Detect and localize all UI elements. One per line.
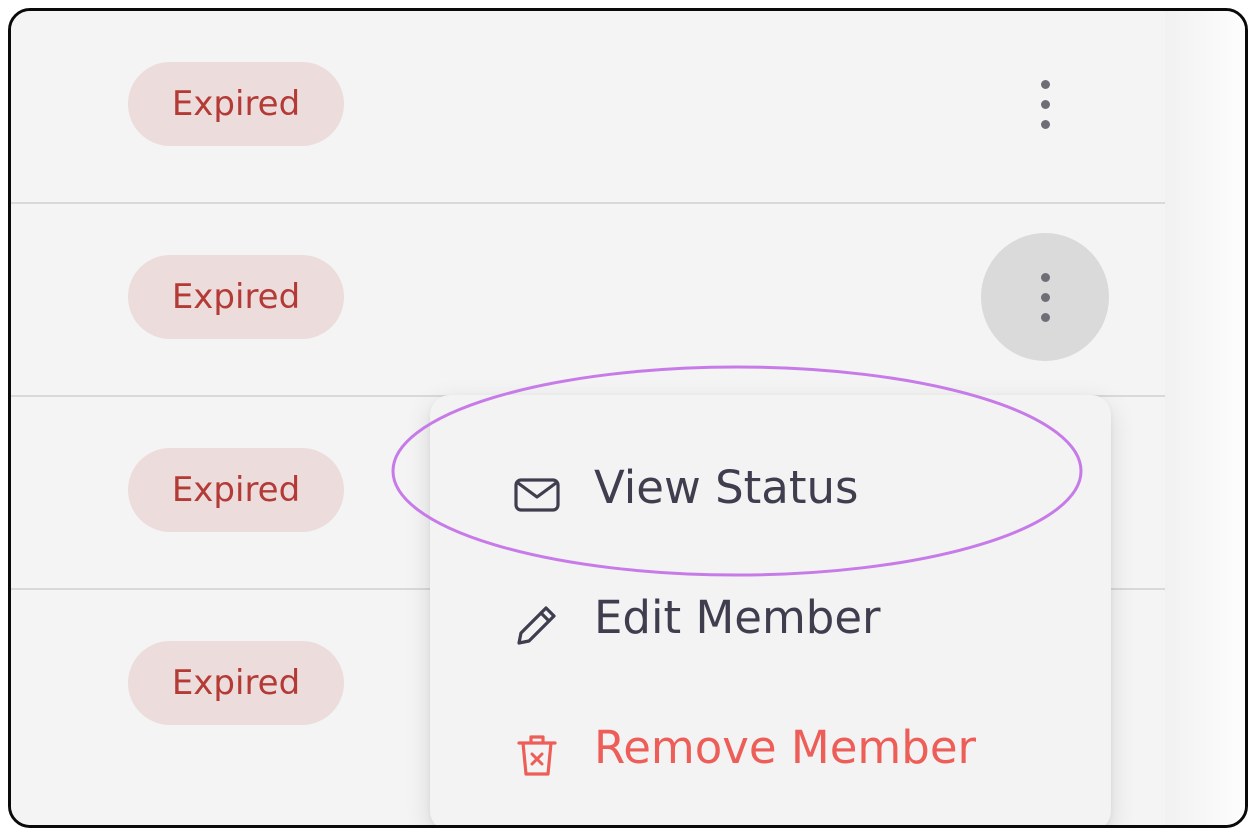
row-actions-menu: View Status Edit Member Remove Member <box>430 395 1111 825</box>
kebab-dot-icon <box>1041 273 1050 282</box>
status-badge: Expired <box>128 641 344 725</box>
envelope-icon <box>514 478 560 512</box>
edit-member-menu-item[interactable]: Edit Member <box>430 563 1111 673</box>
status-badge: Expired <box>128 62 344 146</box>
status-badge: Expired <box>128 448 344 532</box>
kebab-dot-icon <box>1041 80 1050 89</box>
table-row: Expired <box>11 204 1165 397</box>
kebab-dot-icon <box>1041 313 1050 322</box>
table-row: Expired <box>11 11 1165 204</box>
kebab-dot-icon <box>1041 293 1050 302</box>
scroll-fade <box>1165 11 1245 825</box>
kebab-dot-icon <box>1041 120 1050 129</box>
kebab-dot-icon <box>1041 100 1050 109</box>
remove-member-label: Remove Member <box>594 721 977 774</box>
view-status-label: View Status <box>594 461 859 514</box>
pencil-icon <box>517 606 556 645</box>
status-badge: Expired <box>128 255 344 339</box>
more-options-button[interactable] <box>981 40 1109 168</box>
view-status-menu-item[interactable]: View Status <box>430 433 1111 543</box>
more-options-button[interactable] <box>981 233 1109 361</box>
remove-member-menu-item[interactable]: Remove Member <box>430 693 1111 803</box>
screenshot-frame: Expired Expired Expired Expired View Sta… <box>8 8 1248 828</box>
edit-member-label: Edit Member <box>594 591 881 644</box>
trash-icon <box>517 735 557 776</box>
